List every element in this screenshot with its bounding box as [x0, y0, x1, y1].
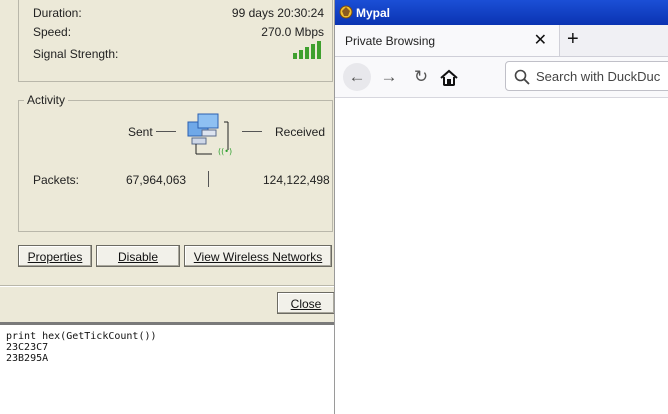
connection-status-dialog: Duration: 99 days 20:30:24 Speed: 270.0 …	[0, 0, 334, 322]
received-label: Received	[275, 125, 326, 139]
search-icon	[514, 69, 530, 85]
properties-button[interactable]: Properties	[18, 245, 92, 267]
speed-label: Speed:	[33, 25, 72, 39]
packets-sent-value: 67,964,063	[126, 173, 187, 187]
view-wireless-networks-button[interactable]: View Wireless Networks	[184, 245, 332, 267]
browser-content-area[interactable]	[335, 98, 668, 414]
tab-label: Private Browsing	[345, 34, 436, 48]
signal-strength-bars-icon	[293, 41, 321, 59]
packets-divider	[208, 171, 209, 187]
close-button[interactable]: Close	[277, 292, 334, 314]
search-input[interactable]	[536, 62, 668, 90]
console-line: print hex(GetTickCount())	[6, 331, 157, 342]
dialog-separator	[0, 285, 334, 287]
close-tab-icon[interactable]: ✕	[534, 30, 547, 50]
reload-icon[interactable]: ↻	[407, 63, 435, 91]
sent-line	[156, 131, 176, 132]
sent-label: Sent	[128, 125, 153, 139]
console-line: 23B295A	[6, 353, 49, 364]
activity-title: Activity	[24, 93, 69, 107]
network-computers-icon: ((•))	[187, 113, 232, 156]
browser-window: Mypal Private Browsing ✕ + ← → ↻	[334, 0, 668, 414]
packets-received-value: 124,122,498	[263, 173, 330, 187]
received-line	[242, 131, 262, 132]
console-line: 23C23C7	[6, 342, 49, 353]
browser-title-bar[interactable]: Mypal	[335, 0, 668, 25]
tab-private-browsing[interactable]: Private Browsing ✕	[335, 25, 560, 56]
duration-label: Duration:	[33, 6, 82, 20]
forward-arrow-icon[interactable]: →	[375, 63, 403, 91]
tab-strip: Private Browsing ✕ +	[335, 25, 668, 57]
search-bar[interactable]	[505, 61, 668, 91]
packets-label: Packets:	[33, 173, 80, 187]
back-arrow-icon[interactable]: ←	[343, 63, 371, 91]
navigation-toolbar: ← → ↻	[335, 57, 668, 98]
home-icon[interactable]	[439, 69, 459, 87]
activity-group	[18, 100, 333, 232]
speed-value: 270.0 Mbps	[261, 25, 324, 39]
duration-value: 99 days 20:30:24	[231, 6, 324, 20]
mypal-logo-icon	[339, 5, 353, 19]
svg-text:((•)): ((•))	[218, 147, 232, 156]
browser-window-title: Mypal	[356, 6, 391, 20]
signal-strength-label: Signal Strength:	[33, 47, 119, 61]
disable-button[interactable]: Disable	[96, 245, 180, 267]
console-output[interactable]: print hex(GetTickCount()) 23C23C7 23B295…	[0, 322, 334, 414]
new-tab-plus-icon[interactable]: +	[567, 28, 579, 51]
